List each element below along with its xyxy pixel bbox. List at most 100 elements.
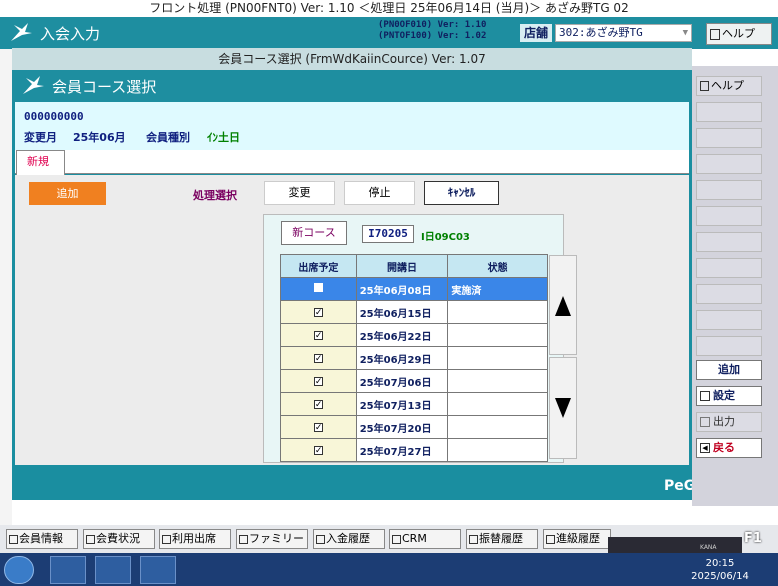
attendance-checkbox[interactable]: ✓ xyxy=(280,300,357,324)
table-row[interactable]: ✓ 25年07月27日 xyxy=(280,438,548,462)
window-icon xyxy=(316,534,325,544)
blank-function-button[interactable] xyxy=(696,102,762,122)
row-date: 25年06月22日 xyxy=(355,323,449,347)
f1-label: F1 xyxy=(744,531,762,546)
course-code[interactable]: I70205 xyxy=(362,225,414,243)
attendance-checkbox[interactable]: ✓ xyxy=(280,323,357,347)
table-row[interactable]: ✓ 25年07月06日 xyxy=(280,369,548,393)
table-row[interactable]: ✓ 25年07月13日 xyxy=(280,392,548,416)
taskbar-window-icon[interactable] xyxy=(140,556,176,584)
nav-button[interactable]: 会員情報 xyxy=(6,529,78,549)
blank-function-button[interactable] xyxy=(696,336,762,356)
nav-button[interactable]: 進級履歴 xyxy=(543,529,611,549)
row-date: 25年06月29日 xyxy=(355,346,449,370)
attendance-checkbox[interactable]: ✓ xyxy=(280,369,357,393)
cancel-button[interactable]: ｷｬﾝｾﾙ xyxy=(424,181,499,205)
blank-function-button[interactable] xyxy=(696,128,762,148)
table-row[interactable]: 25年06月08日 実施済 xyxy=(280,277,548,301)
dialog-heading: 会員コース選択 xyxy=(52,78,157,96)
back-button[interactable]: ◀ 戻る xyxy=(696,438,762,458)
attendance-checkbox[interactable]: ✓ xyxy=(280,346,357,370)
table-row[interactable]: ✓ 25年06月29日 xyxy=(280,346,548,370)
window-title: フロント処理 (PN00FNT0) Ver: 1.10 ＜処理日 25年06月1… xyxy=(0,0,778,17)
change-month-value: 25年06月 xyxy=(73,131,126,144)
help-icon xyxy=(710,28,720,40)
checkbox[interactable]: ✓ xyxy=(313,399,323,409)
nav-button[interactable]: 利用出席 xyxy=(159,529,231,549)
row-status xyxy=(447,346,548,370)
checkbox[interactable] xyxy=(313,283,323,292)
help-button-top[interactable]: ヘルプ xyxy=(706,23,772,45)
attendance-checkbox[interactable] xyxy=(280,277,357,301)
attendance-checkbox[interactable]: ✓ xyxy=(280,415,357,439)
nav-button[interactable]: CRM xyxy=(389,529,461,549)
nav-label: 利用出席 xyxy=(172,532,216,545)
pegasus-logo-icon xyxy=(11,23,32,41)
change-button[interactable]: 変更 xyxy=(264,181,335,205)
blank-function-button[interactable] xyxy=(696,258,762,278)
table-row[interactable]: ✓ 25年06月22日 xyxy=(280,323,548,347)
tab-new[interactable]: 新規 xyxy=(16,150,65,175)
checkbox[interactable]: ✓ xyxy=(313,445,323,455)
blank-function-button[interactable] xyxy=(696,284,762,304)
store-select[interactable]: 302:あざみ野TG ▼ xyxy=(555,24,692,42)
checkbox[interactable]: ✓ xyxy=(313,376,323,386)
checkbox[interactable]: ✓ xyxy=(313,353,323,363)
new-course-label: 新コース xyxy=(281,221,347,245)
checkbox[interactable]: ✓ xyxy=(313,422,323,432)
window-icon xyxy=(546,534,555,544)
window-icon xyxy=(9,534,18,544)
attendance-checkbox[interactable]: ✓ xyxy=(280,438,357,462)
program-version: (PN0OF010) Ver: 1.10 (PNTOF100) Ver: 1.0… xyxy=(378,20,486,42)
blank-function-button[interactable] xyxy=(696,310,762,330)
program-version-1: (PN0OF010) Ver: 1.10 xyxy=(378,20,487,30)
output-label: 出力 xyxy=(713,415,735,428)
member-type-label: 会員種別 xyxy=(146,131,190,144)
arrow-down-icon xyxy=(555,398,571,418)
blank-function-button[interactable] xyxy=(696,232,762,252)
nav-button[interactable]: ファミリー xyxy=(236,529,308,549)
stop-button[interactable]: 停止 xyxy=(344,181,415,205)
settings-button[interactable]: 設定 xyxy=(696,386,762,406)
back-icon: ◀ xyxy=(700,443,710,453)
attendance-checkbox[interactable]: ✓ xyxy=(280,392,357,416)
column-date: 開講日 xyxy=(355,254,449,278)
store-value: 302:あざみ野TG xyxy=(559,26,643,39)
ime-mode: KANA xyxy=(700,544,717,551)
taskbar-folder-icon[interactable] xyxy=(95,556,131,584)
checkbox[interactable]: ✓ xyxy=(313,307,323,317)
row-date: 25年07月27日 xyxy=(355,438,449,462)
blank-function-button[interactable] xyxy=(696,206,762,226)
row-date: 25年07月06日 xyxy=(355,369,449,393)
blank-function-button[interactable] xyxy=(696,180,762,200)
scroll-down-button[interactable] xyxy=(549,357,577,459)
taskbar-app-icon[interactable] xyxy=(50,556,86,584)
add-button[interactable]: 追加 xyxy=(29,182,106,205)
nav-button[interactable]: 振替履歴 xyxy=(466,529,538,549)
help-button[interactable]: ヘルプ xyxy=(696,76,762,96)
schedule-table: 出席予定 開講日 状態 25年06月08日 実施済 ✓ 25年06月15日 ✓ 25年06… xyxy=(280,254,548,462)
right-add-button[interactable]: 追加 xyxy=(696,360,762,380)
start-button[interactable] xyxy=(4,556,34,584)
scroll-up-button[interactable] xyxy=(549,255,577,355)
action-select-label: 処理選択 xyxy=(193,189,237,202)
row-date: 25年06月15日 xyxy=(355,300,449,324)
nav-label: 会費状況 xyxy=(96,532,140,545)
nav-button[interactable]: 会費状況 xyxy=(83,529,155,549)
tab-strip xyxy=(15,150,689,174)
window-icon xyxy=(162,534,171,544)
checkbox[interactable]: ✓ xyxy=(313,330,323,340)
nav-button[interactable]: 入金履歴 xyxy=(313,529,385,549)
output-button[interactable]: 出力 xyxy=(696,412,762,432)
clock: 20:15 2025/06/14 xyxy=(688,557,752,583)
table-row[interactable]: ✓ 25年07月20日 xyxy=(280,415,548,439)
member-number: 000000000 xyxy=(24,110,84,123)
blank-function-button[interactable] xyxy=(696,154,762,174)
table-row[interactable]: ✓ 25年06月15日 xyxy=(280,300,548,324)
window-icon xyxy=(239,534,248,544)
screen-title: 入会入力 xyxy=(40,25,101,43)
settings-label: 設定 xyxy=(713,389,735,402)
program-version-2: (PNTOF100) Ver: 1.02 xyxy=(378,31,487,41)
nav-label: 進級履歴 xyxy=(556,532,600,545)
table-header-row: 出席予定 開講日 状態 xyxy=(280,254,548,278)
